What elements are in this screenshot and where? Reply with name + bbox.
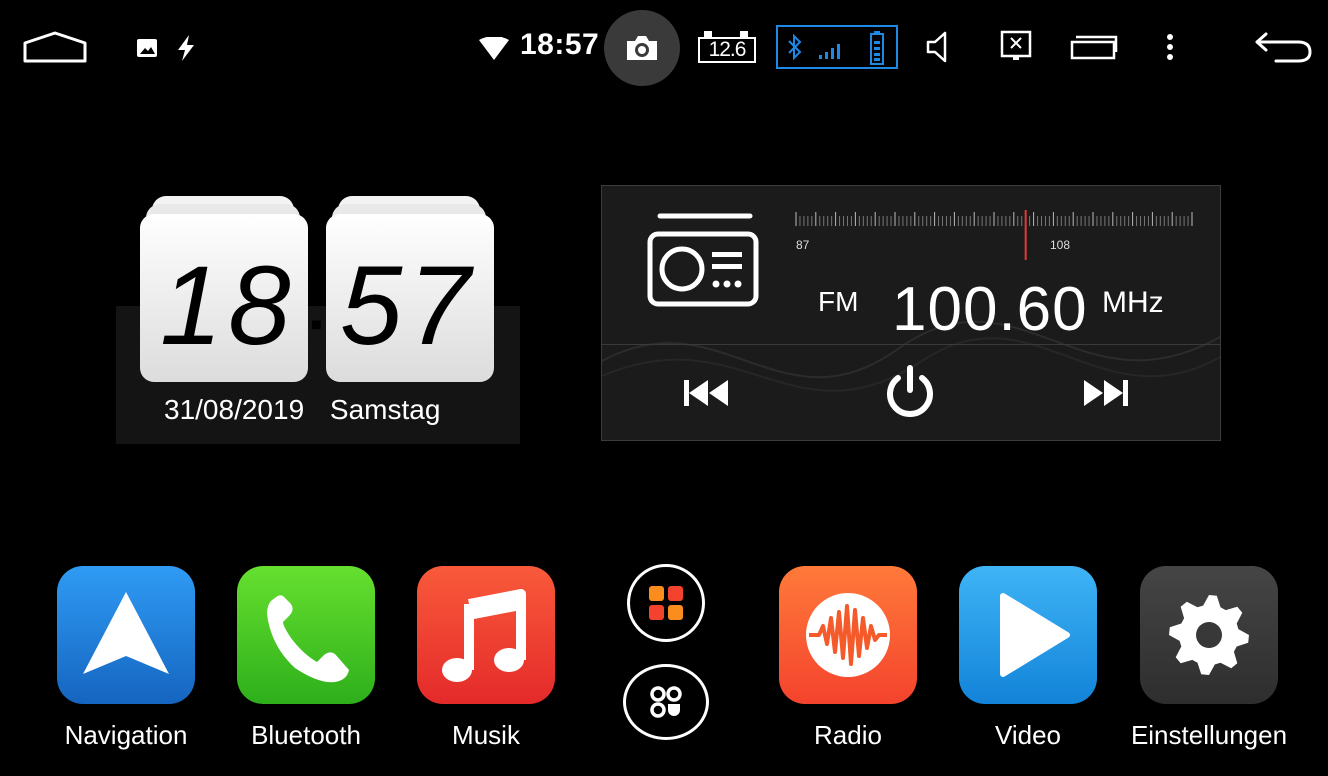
radio-unit: MHz — [1102, 286, 1164, 319]
screen-off-icon[interactable] — [1000, 30, 1032, 62]
wifi-icon — [478, 37, 510, 61]
app-label: Navigation — [64, 720, 188, 750]
clock-date: 31/08/2019 Samstag — [164, 394, 440, 426]
status-time: 18:57 — [520, 28, 600, 61]
app-label: Einstellungen — [1130, 720, 1288, 750]
bluetooth-status-box[interactable] — [776, 25, 898, 69]
volume-icon[interactable] — [926, 31, 950, 63]
image-notification-icon — [136, 38, 158, 58]
recent-apps-icon[interactable] — [1070, 34, 1118, 60]
date-value: 31/08/2019 — [164, 394, 305, 425]
phone-battery-icon — [870, 31, 884, 65]
power-button[interactable] — [880, 362, 940, 422]
bluetooth-icon — [786, 33, 804, 61]
radio-divider — [602, 344, 1220, 345]
more-icon[interactable] — [1166, 33, 1174, 61]
music-note-icon[interactable] — [417, 566, 555, 704]
widgets-icon — [650, 686, 682, 718]
widgets-button[interactable] — [623, 664, 709, 740]
radio-frequency: 100.60 — [892, 275, 1088, 344]
usb-charge-icon — [176, 34, 196, 62]
app-label: Video — [994, 720, 1062, 750]
play-icon[interactable] — [959, 566, 1097, 704]
radio-wave-icon[interactable] — [779, 566, 917, 704]
app-label: Bluetooth — [251, 720, 361, 750]
app-grid-icon — [649, 586, 683, 620]
gear-icon[interactable] — [1140, 566, 1278, 704]
app-label: Musik — [452, 720, 520, 750]
clock-separator: : — [306, 274, 327, 343]
phone-icon[interactable] — [237, 566, 375, 704]
battery-voltage-value: 12.6 — [698, 37, 756, 63]
radio-band: FM — [818, 286, 859, 317]
weekday-value: Samstag — [329, 394, 441, 425]
clock-minutes: 57 — [340, 243, 477, 368]
radio-widget[interactable]: 87 108 FM 100.60 MHz — [601, 185, 1221, 441]
signal-icon — [818, 43, 842, 59]
scale-min-label: 87 — [796, 238, 810, 252]
radio-icon — [646, 212, 760, 308]
clock-hours: 18 — [160, 243, 297, 368]
previous-station-button[interactable] — [682, 378, 732, 408]
battery-voltage-icon: 12.6 — [698, 29, 760, 64]
scale-max-label: 108 — [1050, 238, 1071, 252]
camera-icon[interactable] — [624, 33, 660, 63]
home-icon[interactable] — [22, 30, 88, 64]
navigation-arrow-icon[interactable] — [57, 566, 195, 704]
app-label: Radio — [814, 720, 882, 750]
tuner-scale[interactable] — [794, 210, 1194, 260]
status-bar: 18:57 12.6 — [0, 0, 1328, 96]
next-station-button[interactable] — [1080, 378, 1130, 408]
back-icon[interactable] — [1254, 30, 1312, 64]
app-grid-button[interactable] — [627, 564, 705, 642]
